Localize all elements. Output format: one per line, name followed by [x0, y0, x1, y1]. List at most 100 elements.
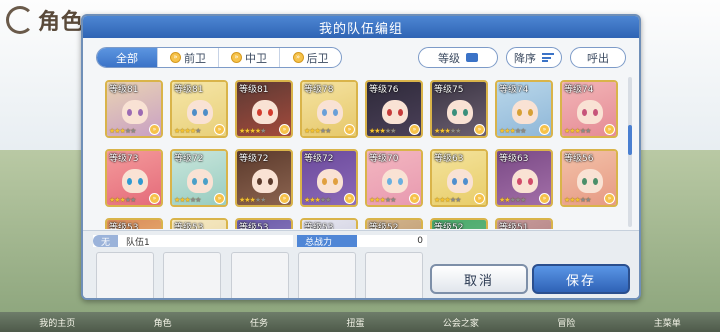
- tab-1[interactable]: » 前卫: [158, 48, 219, 67]
- role-filter-tabs: 全部» 前卫» 中卫» 后卫: [96, 47, 342, 68]
- rank-icon: »: [214, 124, 225, 135]
- character-card[interactable]: 等级76 ★★★★★ »: [365, 80, 423, 138]
- rank-icon: »: [539, 193, 550, 204]
- character-eye: [387, 109, 392, 116]
- team-slot-4[interactable]: [298, 252, 356, 298]
- character-card[interactable]: 等级75 ★★★★★ »: [430, 80, 488, 138]
- rank-icon: »: [539, 124, 550, 135]
- character-card[interactable]: 等级72 ★★★★★ »: [300, 149, 358, 207]
- character-card[interactable]: 等级74 ★★★★★ »: [560, 80, 618, 138]
- character-level: 等级53: [304, 223, 334, 229]
- character-level: 等级56: [564, 154, 594, 164]
- footer-item: 任务: [250, 318, 269, 329]
- star-rating: ★★★★★: [174, 127, 201, 135]
- character-grid: 等级81 ★★★★★ » 等级81 ★★★★★ » 等级81 ★★★★★ » 等级78 ★★★★★ »…: [93, 73, 633, 229]
- character-card[interactable]: 等级63 ★★★★★ »: [495, 149, 553, 207]
- character-card[interactable]: 等级72 ★★★★★ »: [170, 149, 228, 207]
- character-card[interactable]: 等级51: [495, 218, 553, 229]
- sort-order-button[interactable]: 降序: [506, 47, 562, 68]
- character-face: [122, 169, 148, 193]
- character-face: [252, 169, 278, 193]
- footer-item: 公会之家: [442, 318, 479, 329]
- star-rating: ★★★★★: [109, 127, 136, 135]
- callout-button[interactable]: 呼出: [570, 47, 626, 68]
- character-card[interactable]: 等级52: [430, 218, 488, 229]
- character-card[interactable]: 等级52: [365, 218, 423, 229]
- cancel-button[interactable]: 取消: [430, 264, 528, 294]
- character-face: [317, 100, 343, 124]
- character-level: 等级81: [239, 85, 269, 95]
- character-eye: [398, 178, 403, 185]
- character-eye: [322, 178, 327, 185]
- character-face: [252, 100, 278, 124]
- team-tag: 无: [93, 235, 119, 248]
- star-rating: ★★★★★: [369, 196, 396, 204]
- tab-3[interactable]: » 后卫: [280, 48, 341, 67]
- tab-0[interactable]: 全部: [97, 48, 158, 67]
- character-card[interactable]: 等级81 ★★★★★ »: [105, 80, 163, 138]
- character-level: 等级53: [109, 223, 139, 229]
- character-eye: [387, 178, 392, 185]
- character-card[interactable]: 等级74 ★★★★★ »: [495, 80, 553, 138]
- character-card[interactable]: 等级70 ★★★★★ »: [365, 149, 423, 207]
- character-level: 等级74: [564, 85, 594, 95]
- character-eye: [582, 178, 587, 185]
- character-card[interactable]: 等级72 ★★★★★ »: [235, 149, 293, 207]
- character-eye: [268, 109, 273, 116]
- character-card[interactable]: 等级53: [235, 218, 293, 229]
- footer-item: 主菜单: [653, 318, 681, 329]
- total-power-value: 0: [417, 236, 423, 246]
- rank-icon: »: [149, 193, 160, 204]
- descending-icon: [542, 53, 554, 62]
- scrollbar-thumb[interactable]: [628, 125, 632, 155]
- background-title-text: 角色: [38, 10, 85, 35]
- team-slot-1[interactable]: [96, 252, 154, 298]
- character-face: [577, 100, 603, 124]
- star-rating: ★★★★★: [369, 127, 396, 135]
- character-eye: [528, 178, 533, 185]
- character-card[interactable]: 等级56 ★★★★★ »: [560, 149, 618, 207]
- team-edit-dialog: 我的队伍编组 全部» 前卫» 中卫» 后卫 等级 降序 呼出 等级81 ★★★★★» 等级…: [81, 14, 641, 300]
- tab-label: 后卫: [306, 51, 329, 65]
- character-eye: [593, 178, 598, 185]
- character-card[interactable]: 等级81 ★★★★★ »: [235, 80, 293, 138]
- star-rating: ★★★★★: [434, 196, 461, 204]
- rank-icon: »: [409, 124, 420, 135]
- tab-label: 前卫: [184, 51, 206, 65]
- star-rating: ★★★★★: [304, 127, 331, 135]
- character-eye: [398, 109, 403, 116]
- character-grid-scrollbar[interactable]: [628, 77, 632, 227]
- character-card[interactable]: 等级81 ★★★★★ »: [170, 80, 228, 138]
- footer-item: 冒险: [557, 318, 576, 329]
- character-eye: [203, 109, 208, 116]
- character-eye: [127, 109, 132, 116]
- midguard-icon: »: [231, 52, 242, 63]
- character-level: 等级70: [369, 154, 399, 164]
- vanguard-icon: »: [170, 52, 181, 63]
- character-card[interactable]: 等级63 ★★★★★ »: [430, 149, 488, 207]
- character-card[interactable]: 等级73 ★★★★★ »: [105, 149, 163, 207]
- character-eye: [268, 178, 273, 185]
- character-face: [317, 169, 343, 193]
- team-slot-5[interactable]: [365, 252, 423, 298]
- character-card[interactable]: 等级53: [105, 218, 163, 229]
- sort-level-button[interactable]: 等级: [418, 47, 498, 68]
- character-eye: [517, 178, 522, 185]
- tab-label: 中卫: [245, 51, 267, 65]
- rearguard-icon: »: [292, 52, 304, 63]
- star-rating: ★★★★★: [564, 127, 591, 135]
- character-eye: [138, 109, 143, 116]
- team-slot-2[interactable]: [163, 252, 221, 298]
- save-button[interactable]: 保存: [532, 264, 630, 294]
- dialog-title: 我的队伍编组: [83, 16, 639, 38]
- character-level: 等级63: [499, 154, 529, 164]
- character-card[interactable]: 等级53: [300, 218, 358, 229]
- tab-2[interactable]: » 中卫: [219, 48, 280, 67]
- star-rating: ★★★★★: [239, 127, 266, 135]
- team-slot-3[interactable]: [231, 252, 289, 298]
- character-card[interactable]: 等级78 ★★★★★ »: [300, 80, 358, 138]
- rank-icon: »: [344, 124, 355, 135]
- rank-icon: »: [279, 124, 290, 135]
- character-eye: [593, 109, 598, 116]
- character-card[interactable]: 等级53: [170, 218, 228, 229]
